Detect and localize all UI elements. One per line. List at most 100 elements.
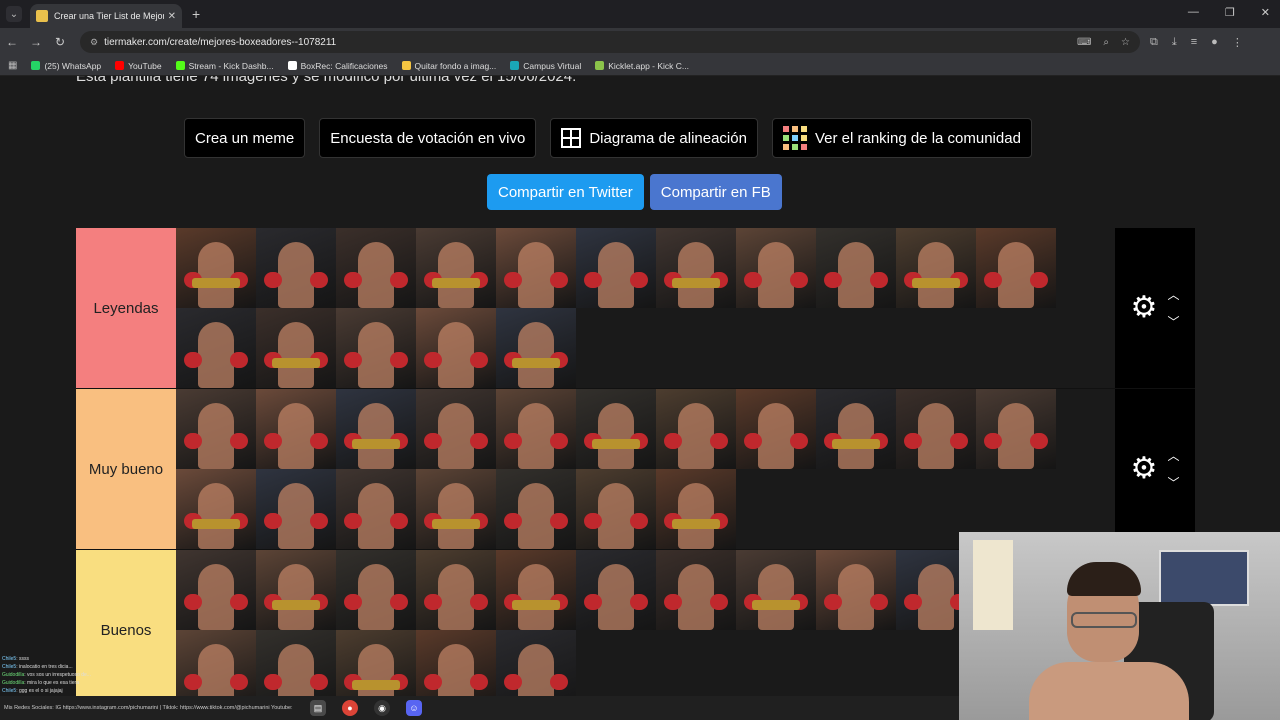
boxer-image[interactable] — [256, 308, 336, 388]
new-tab-icon[interactable]: + — [192, 6, 200, 22]
boxer-image[interactable] — [256, 630, 336, 696]
move-up-icon[interactable]: ︿ — [1167, 447, 1179, 464]
boxer-image[interactable] — [256, 389, 336, 469]
download-icon[interactable]: ⤓ — [1172, 36, 1177, 49]
boxer-image[interactable] — [416, 469, 496, 549]
boxer-image[interactable] — [176, 550, 256, 630]
boxer-image[interactable] — [496, 308, 576, 388]
boxer-image[interactable] — [496, 228, 576, 308]
boxer-image[interactable] — [896, 228, 976, 308]
boxer-image[interactable] — [176, 228, 256, 308]
bookmark-remove-bg[interactable]: Quitar fondo a imag... — [401, 61, 496, 71]
boxer-image[interactable] — [576, 228, 656, 308]
tier-items[interactable] — [176, 389, 1115, 549]
zoom-icon[interactable]: ⌕ — [1103, 37, 1109, 48]
bookmark-boxrec[interactable]: BoxRec: Calificaciones — [287, 61, 388, 71]
boxer-image[interactable] — [416, 308, 496, 388]
kick-icon — [175, 61, 185, 70]
restore-icon[interactable]: ❐ — [1225, 6, 1235, 19]
obs-icon[interactable]: ◉ — [374, 700, 390, 716]
boxer-image[interactable] — [176, 389, 256, 469]
forward-icon[interactable]: → — [24, 35, 48, 49]
grid-icon — [561, 128, 582, 148]
minimize-icon[interactable]: — — [1188, 6, 1199, 19]
file-explorer-icon[interactable]: ▤ — [310, 700, 326, 716]
community-ranking-button[interactable]: Ver el ranking de la comunidad — [771, 118, 1032, 158]
bookmark-kick-dashboard[interactable]: Stream - Kick Dashb... — [175, 61, 274, 71]
share-twitter-button[interactable]: Compartir en Twitter — [487, 174, 644, 210]
share-facebook-button[interactable]: Compartir en FB — [649, 174, 782, 210]
boxer-image[interactable] — [256, 550, 336, 630]
boxer-image[interactable] — [576, 550, 656, 630]
boxer-image[interactable] — [896, 389, 976, 469]
apps-grid-icon[interactable]: ▦ — [8, 60, 17, 71]
boxer-image[interactable] — [736, 550, 816, 630]
tab-search-icon[interactable]: ⌄ — [6, 6, 22, 22]
boxer-image[interactable] — [496, 389, 576, 469]
boxer-image[interactable] — [496, 469, 576, 549]
boxer-image[interactable] — [336, 308, 416, 388]
move-up-icon[interactable]: ︿ — [1167, 286, 1179, 303]
boxer-image[interactable] — [816, 550, 896, 630]
menu-icon[interactable]: ⋮ — [1232, 36, 1243, 49]
extensions-icon[interactable]: ⧉ — [1150, 36, 1158, 49]
chrome-icon[interactable]: ● — [342, 700, 358, 716]
bookmark-label: (25) WhatsApp — [44, 60, 102, 71]
boxer-image[interactable] — [256, 228, 336, 308]
boxer-figure — [278, 564, 314, 630]
discord-icon[interactable]: ☺ — [406, 700, 422, 716]
gear-icon[interactable]: ⚙ — [1131, 454, 1158, 484]
move-down-icon[interactable]: ﹀ — [1167, 313, 1179, 330]
boxer-image[interactable] — [656, 389, 736, 469]
championship-belt-icon — [512, 358, 560, 368]
url-input[interactable]: ⚙ tiermaker.com/create/mejores-boxeadore… — [80, 31, 1140, 53]
tier-items[interactable] — [176, 228, 1115, 388]
championship-belt-icon — [352, 680, 400, 690]
boxer-image[interactable] — [496, 630, 576, 696]
back-icon[interactable]: ← — [0, 35, 24, 49]
boxer-image[interactable] — [976, 389, 1056, 469]
boxer-image[interactable] — [656, 228, 736, 308]
gear-icon[interactable]: ⚙ — [1131, 293, 1158, 323]
boxer-image[interactable] — [816, 228, 896, 308]
move-down-icon[interactable]: ﹀ — [1167, 474, 1179, 491]
boxer-image[interactable] — [656, 550, 736, 630]
boxer-image[interactable] — [176, 469, 256, 549]
translate-icon[interactable]: ⌨ — [1077, 37, 1091, 48]
boxer-image[interactable] — [336, 630, 416, 696]
boxer-image[interactable] — [656, 469, 736, 549]
boxer-image[interactable] — [416, 630, 496, 696]
browser-tab[interactable]: Crear una Tier List de Mejores B ✕ — [30, 4, 182, 28]
reload-icon[interactable]: ↻ — [48, 35, 72, 49]
live-poll-button[interactable]: Encuesta de votación en vivo — [319, 118, 537, 158]
boxer-image[interactable] — [736, 228, 816, 308]
boxer-image[interactable] — [976, 228, 1056, 308]
create-meme-button[interactable]: Crea un meme — [184, 118, 306, 158]
site-info-icon[interactable]: ⚙ — [90, 37, 98, 48]
boxer-image[interactable] — [336, 469, 416, 549]
boxer-image[interactable] — [576, 469, 656, 549]
boxer-image[interactable] — [336, 228, 416, 308]
boxer-image[interactable] — [256, 469, 336, 549]
boxer-image[interactable] — [336, 389, 416, 469]
boxer-image[interactable] — [416, 550, 496, 630]
boxer-image[interactable] — [336, 550, 416, 630]
boxer-image[interactable] — [736, 389, 816, 469]
close-window-icon[interactable]: ✕ — [1261, 6, 1270, 19]
boxer-image[interactable] — [576, 389, 656, 469]
bookmark-whatsapp[interactable]: (25) WhatsApp — [31, 61, 101, 71]
bookmark-star-icon[interactable]: ☆ — [1121, 37, 1130, 48]
boxer-image[interactable] — [416, 228, 496, 308]
boxing-glove-icon — [790, 272, 808, 288]
bookmark-campus[interactable]: Campus Virtual — [510, 61, 581, 71]
bookmark-kicklet[interactable]: Kicklet.app - Kick C... — [595, 61, 689, 71]
boxer-image[interactable] — [496, 550, 576, 630]
close-tab-icon[interactable]: ✕ — [168, 11, 176, 22]
boxer-image[interactable] — [176, 308, 256, 388]
profile-avatar[interactable]: ● — [1211, 36, 1218, 49]
boxer-image[interactable] — [816, 389, 896, 469]
alignment-chart-button[interactable]: Diagrama de alineación — [550, 118, 758, 158]
bookmark-youtube[interactable]: YouTube — [115, 61, 162, 71]
reading-list-icon[interactable]: ≡ — [1191, 36, 1197, 49]
boxer-image[interactable] — [416, 389, 496, 469]
